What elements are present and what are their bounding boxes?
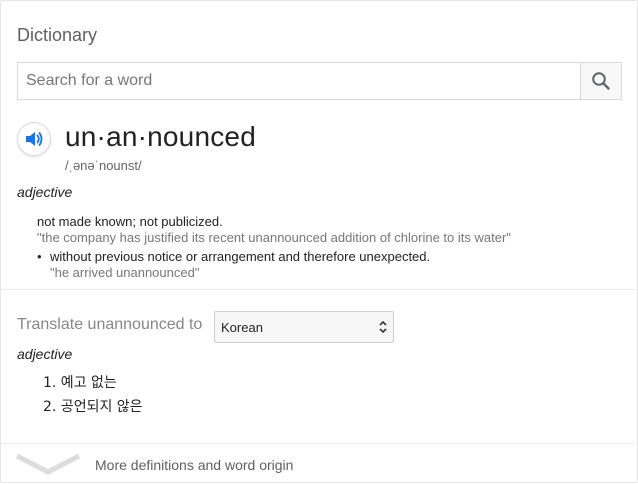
- search-box: [17, 62, 622, 100]
- divider: [1, 289, 638, 290]
- speaker-icon: [26, 132, 43, 146]
- search-icon: [592, 72, 610, 90]
- pronunciation-button[interactable]: [17, 122, 51, 156]
- translation-item: 1. 예고 없는: [43, 375, 117, 391]
- headword: un·an·nounced: [65, 121, 256, 152]
- definition-2: without previous notice or arrangement a…: [50, 249, 431, 264]
- definition-2-example: "he arrived unannounced": [50, 265, 200, 280]
- translate-label: Translate unannounced to: [17, 316, 203, 333]
- more-definitions-label: More definitions and word origin: [95, 457, 294, 473]
- part-of-speech: adjective: [17, 184, 73, 200]
- dictionary-card: Dictionary un·an·nounced /ˌənəˈnounst/ a…: [0, 0, 638, 483]
- card-title: Dictionary: [17, 25, 98, 45]
- select-arrows-icon: [379, 320, 387, 334]
- language-select[interactable]: Korean: [214, 311, 394, 343]
- search-input[interactable]: [18, 63, 583, 99]
- definition-1: not made known; not publicized.: [37, 214, 223, 229]
- phonetic-spelling: /ˌənəˈnounst/: [65, 158, 142, 173]
- definition-1-example: "the company has justified its recent un…: [37, 230, 511, 245]
- chevron-down-icon: [15, 453, 81, 475]
- bullet-icon: •: [37, 249, 42, 264]
- more-definitions-button[interactable]: More definitions and word origin: [1, 444, 638, 484]
- translation-item: 2. 공언되지 않은: [43, 399, 143, 415]
- translate-part-of-speech: adjective: [17, 346, 73, 362]
- language-select-value: Korean: [221, 320, 263, 335]
- search-button[interactable]: [580, 63, 621, 99]
